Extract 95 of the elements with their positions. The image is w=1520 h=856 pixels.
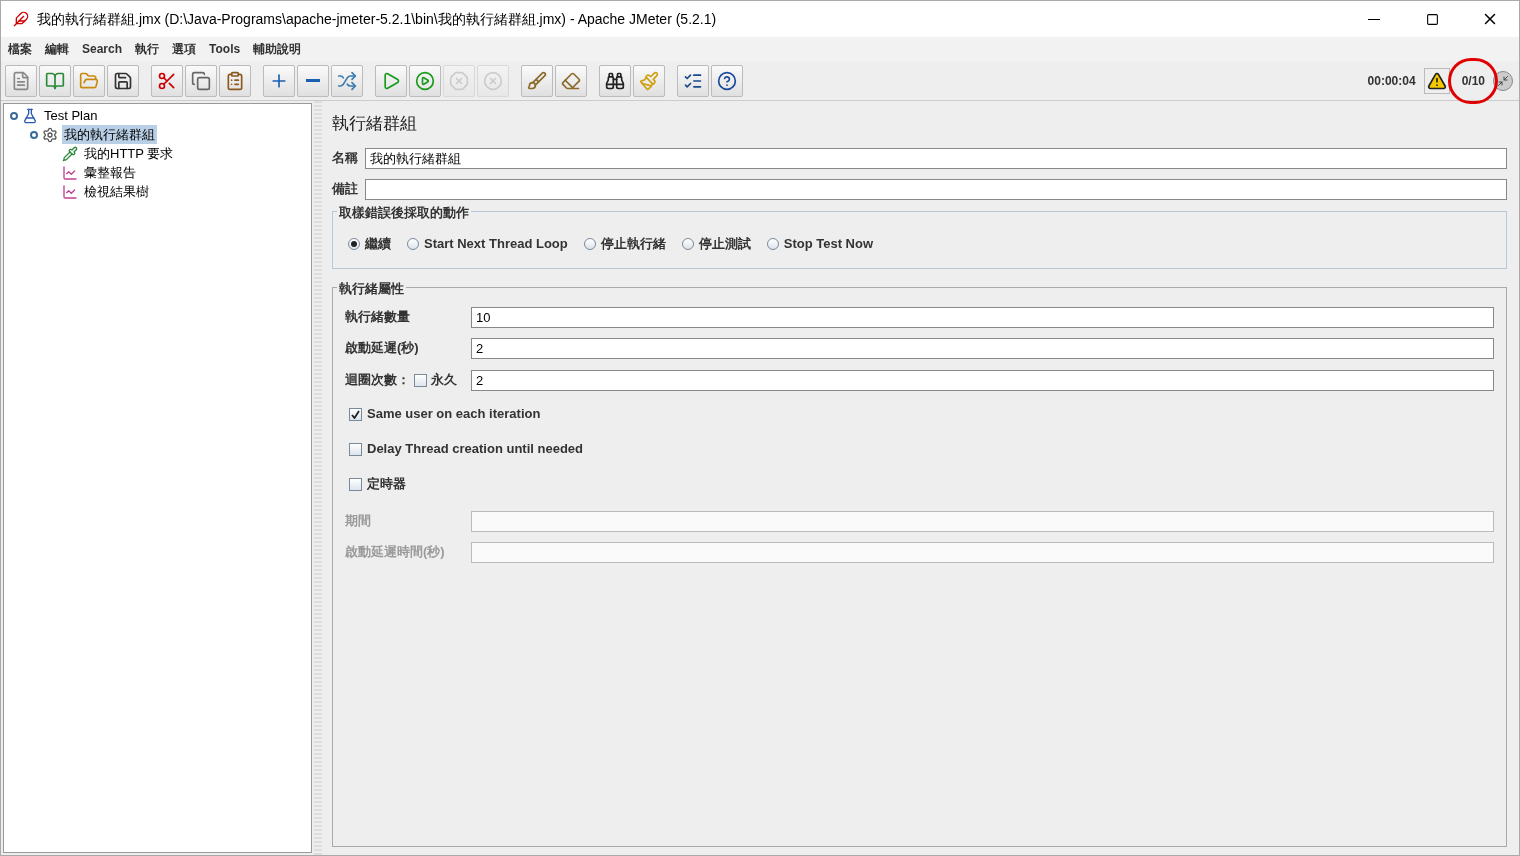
- text-field[interactable]: 10: [471, 306, 1494, 328]
- blank-page-icon: [11, 70, 31, 91]
- stop-icon: [449, 70, 469, 91]
- tree-item[interactable]: 我的執行緒群組: [62, 124, 157, 145]
- tree-item[interactable]: 我的HTTP 要求: [82, 143, 176, 164]
- minus-button[interactable]: [297, 64, 329, 97]
- menu-item[interactable]: 輔助說明: [253, 40, 302, 58]
- radio-button[interactable]: [348, 237, 360, 250]
- tree-item[interactable]: 彙整報告: [82, 162, 138, 183]
- field-label: 名稱: [332, 149, 359, 168]
- arrows-button[interactable]: [331, 64, 363, 97]
- play-icon: [381, 70, 401, 91]
- menu-item[interactable]: 檔案: [8, 40, 32, 58]
- maximize-icon: [1425, 12, 1439, 26]
- field-label: 迴圈次數：: [345, 371, 410, 390]
- broom-icon: [639, 70, 659, 91]
- menu-item[interactable]: Tools: [209, 40, 241, 58]
- binoculars-button[interactable]: [599, 64, 631, 97]
- chart-icon: [62, 164, 78, 181]
- help-button[interactable]: [711, 64, 743, 97]
- scissors-icon: [157, 70, 177, 91]
- field-label: 執行緒數量: [345, 308, 411, 327]
- text-field[interactable]: [365, 178, 1507, 200]
- checkbox-label: Delay Thread creation until needed: [367, 440, 583, 459]
- text-field[interactable]: [471, 510, 1494, 532]
- radio-label: Stop Test Now: [783, 234, 874, 253]
- radio-button[interactable]: [583, 237, 596, 250]
- feather-icon: [13, 11, 29, 27]
- list-button[interactable]: [677, 64, 709, 97]
- minus-icon: [306, 79, 320, 82]
- text-field[interactable]: 2: [471, 369, 1494, 391]
- checkbox[interactable]: [414, 373, 427, 387]
- menu-item[interactable]: 執行: [135, 40, 160, 58]
- warning-button[interactable]: [1423, 67, 1450, 94]
- radio-label: 停止測試: [698, 234, 751, 253]
- folder-icon: [79, 70, 99, 91]
- play-circle-button[interactable]: [409, 64, 441, 97]
- checkbox-label: Same user on each iteration: [367, 405, 541, 424]
- text-field[interactable]: [471, 541, 1494, 563]
- copy-button[interactable]: [185, 64, 217, 97]
- field-label: 備註: [332, 180, 359, 199]
- eraser-button[interactable]: [555, 64, 587, 97]
- field-label: 啟動延遲(秒): [345, 339, 420, 358]
- expanded-handle-icon[interactable]: [30, 130, 38, 139]
- field-label: 期間: [345, 512, 372, 531]
- floppy-disk-button[interactable]: [107, 64, 139, 97]
- pipette-icon: [62, 145, 78, 162]
- chart-icon: [62, 183, 78, 200]
- gear-icon: [42, 126, 58, 143]
- plus-button[interactable]: [263, 64, 295, 97]
- brush-icon: [527, 70, 547, 91]
- radio-label: Start Next Thread Loop: [424, 234, 568, 253]
- help-icon: [717, 70, 737, 91]
- scissors-button[interactable]: [151, 64, 183, 97]
- checkmark-icon: [351, 409, 360, 419]
- book-icon: [45, 70, 65, 91]
- brush-button[interactable]: [521, 64, 553, 97]
- radio-label: 繼續: [365, 234, 391, 253]
- tree-item[interactable]: Test Plan: [42, 105, 100, 126]
- play-circle-icon: [415, 70, 435, 91]
- blank-page-button[interactable]: [5, 64, 37, 97]
- tree-item[interactable]: 檢視結果樹: [82, 181, 151, 202]
- checkbox[interactable]: [349, 442, 362, 456]
- expanded-handle-icon[interactable]: [10, 111, 18, 120]
- minimize-icon: [1368, 18, 1380, 20]
- field-label: 啟動延遲時間(秒): [345, 543, 446, 562]
- radio-button[interactable]: [407, 237, 419, 250]
- thread-count: 0/10: [1461, 71, 1485, 90]
- radio-button[interactable]: [766, 237, 779, 250]
- window-title: 我的執行緒群組.jmx (D:\Java-Programs\apache-jmeter-5.2.1\bin\我的執行緒群組.jmx) - Apache JMeter (5.2.1): [37, 9, 717, 29]
- checkbox[interactable]: [349, 407, 362, 421]
- text-field[interactable]: 2: [471, 337, 1494, 359]
- menu-item[interactable]: Search: [82, 40, 123, 58]
- checkbox-label: 定時器: [367, 475, 406, 494]
- panel-title: 執行緒群組: [332, 113, 418, 135]
- clipboard-icon: [225, 70, 245, 91]
- radio-label: 停止執行緒: [600, 234, 666, 253]
- checkbox[interactable]: [349, 477, 362, 491]
- binoculars-icon: [605, 70, 625, 91]
- text-field[interactable]: 我的執行緒群組: [365, 147, 1507, 169]
- book-button[interactable]: [39, 64, 71, 97]
- checkbox-label: 永久: [431, 371, 457, 390]
- clipboard-button[interactable]: [219, 64, 251, 97]
- elapsed-time: 00:00:04: [1367, 72, 1416, 90]
- radio-button[interactable]: [681, 237, 694, 250]
- menu-item[interactable]: 選項: [172, 40, 197, 58]
- menu-item[interactable]: 編輯: [45, 40, 69, 58]
- warning-icon: [1426, 70, 1447, 91]
- flask-icon: [22, 107, 38, 124]
- x-circle-icon: [483, 70, 503, 91]
- copy-icon: [191, 70, 211, 91]
- arrows-icon: [337, 70, 357, 91]
- eraser-icon: [561, 70, 581, 91]
- group-title: 取樣錯誤後採取的動作: [337, 202, 471, 222]
- play-button[interactable]: [375, 64, 407, 97]
